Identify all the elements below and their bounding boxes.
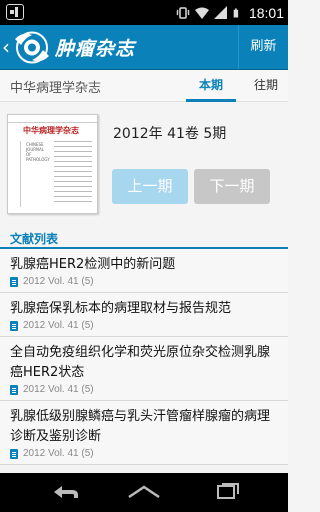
tab-past-issues[interactable]: 往期	[244, 70, 288, 102]
next-issue-button[interactable]: 下一期	[194, 169, 270, 204]
cover-title: 中华病理学杂志	[23, 125, 79, 135]
app-title: 肿瘤杂志	[55, 38, 136, 60]
document-icon	[10, 448, 18, 459]
journal-bar: 中华病理学杂志 本期 往期	[0, 70, 288, 102]
issue-label: 2012年 41卷 5期	[113, 126, 227, 142]
cover-english-title: CHINESE JOURNAL OF PATHOLOGY	[26, 142, 50, 162]
article-list-header: 文献列表	[0, 227, 288, 249]
document-icon	[10, 384, 18, 395]
article-title: 全自动免疫组织化学和荧光原位杂交检测乳腺癌HER2状态	[10, 345, 271, 380]
battery-icon	[233, 8, 239, 17]
article-item[interactable]: 全自动免疫组织化学和荧光原位杂交检测乳腺癌HER2状态 2012 Vol. 41…	[0, 337, 288, 401]
article-meta: 2012 Vol. 41 (5)	[23, 448, 94, 459]
status-bar: 18:01	[0, 0, 288, 25]
document-icon	[10, 320, 18, 331]
article-list: 乳腺癌HER2检测中的新问题 2012 Vol. 41 (5) 乳腺癌保乳标本的…	[0, 249, 288, 465]
article-list-title: 文献列表	[10, 232, 59, 246]
home-icon[interactable]	[114, 473, 174, 512]
app-bar: ‹ 肿瘤杂志 刷新	[0, 25, 288, 70]
article-item[interactable]: 乳腺癌保乳标本的病理取材与报告规范 2012 Vol. 41 (5)	[0, 293, 288, 337]
article-meta: 2012 Vol. 41 (5)	[23, 320, 94, 331]
vibrate-icon	[176, 6, 190, 19]
article-meta: 2012 Vol. 41 (5)	[23, 384, 94, 395]
status-time: 18:01	[248, 4, 284, 21]
back-icon[interactable]	[34, 473, 94, 512]
sd-card-notification-icon	[6, 4, 24, 20]
back-chevron-icon[interactable]: ‹	[2, 32, 10, 62]
system-nav-bar	[0, 473, 288, 512]
article-title: 乳腺癌保乳标本的病理取材与报告规范	[10, 301, 232, 316]
issue-card: 中华病理学杂志 CHINESE JOURNAL OF PATHOLOGY 201…	[0, 103, 288, 223]
cell-signal-icon	[213, 5, 227, 19]
wifi-icon	[194, 7, 209, 19]
tab-current-issue[interactable]: 本期	[186, 70, 236, 102]
journal-cover-image[interactable]: 中华病理学杂志 CHINESE JOURNAL OF PATHOLOGY	[7, 114, 98, 214]
document-icon	[10, 276, 18, 287]
article-title: 乳腺低级别腺鳞癌与乳头汗管瘤样腺瘤的病理诊断及鉴别诊断	[10, 409, 271, 444]
previous-issue-button[interactable]: 上一期	[112, 169, 188, 204]
app-logo-icon[interactable]	[13, 29, 51, 66]
article-item[interactable]: 乳腺低级别腺鳞癌与乳头汗管瘤样腺瘤的病理诊断及鉴别诊断 2012 Vol. 41…	[0, 401, 288, 465]
article-title: 乳腺癌HER2检测中的新问题	[10, 257, 176, 272]
recent-apps-icon[interactable]	[198, 473, 258, 512]
article-meta: 2012 Vol. 41 (5)	[23, 276, 94, 287]
refresh-button[interactable]: 刷新	[238, 25, 288, 69]
journal-name: 中华病理学杂志	[10, 81, 102, 96]
article-item[interactable]: 乳腺癌HER2检测中的新问题 2012 Vol. 41 (5)	[0, 249, 288, 293]
